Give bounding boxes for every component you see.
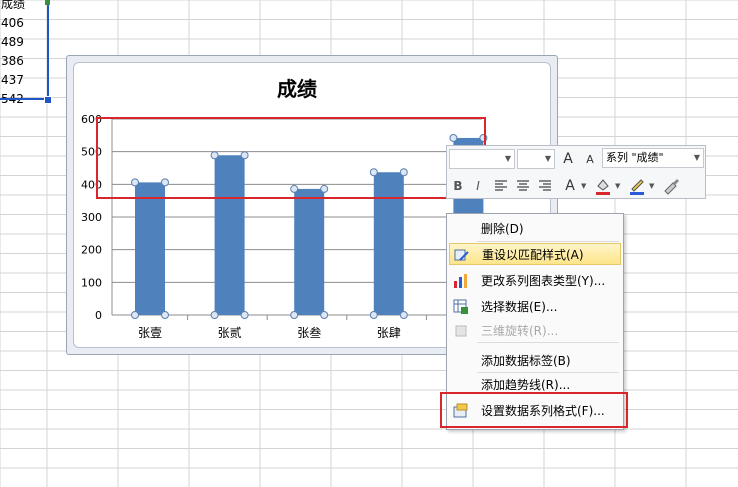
fill-color-icon[interactable] <box>593 176 613 196</box>
selection-handle[interactable] <box>161 311 169 319</box>
format-painter-icon[interactable] <box>661 176 681 196</box>
menu-item: 三维旋转(R)... <box>449 320 621 342</box>
x-tick-label: 张贰 <box>218 325 242 340</box>
selection-handle[interactable] <box>131 311 139 319</box>
chevron-down-icon[interactable]: ▼ <box>615 182 620 190</box>
bar[interactable] <box>294 188 325 315</box>
shrink-font-icon[interactable]: A <box>581 151 599 169</box>
menu-item-label: 选择数据(E)... <box>481 300 558 314</box>
font-name-dropdown[interactable]: ▼ <box>449 149 515 169</box>
menu-item-label: 重设以匹配样式(A) <box>482 248 584 262</box>
y-tick-label: 0 <box>95 309 102 322</box>
chart-element-value: 系列 "成绩" <box>606 151 664 164</box>
chevron-down-icon: ▼ <box>693 153 700 162</box>
chart-type-icon <box>454 274 467 288</box>
menu-item-label: 更改系列图表类型(Y)... <box>481 274 606 288</box>
align-left-icon[interactable] <box>493 178 509 194</box>
menu-item[interactable]: 更改系列图表类型(Y)... <box>449 270 621 292</box>
y-tick-label: 100 <box>81 276 102 289</box>
mini-toolbar: ▼ ▼ A A 系列 "成绩" ▼ B I A ▼ ▼ ▼ <box>446 145 706 199</box>
x-tick-label: 张叁 <box>297 325 321 340</box>
selection-handle[interactable] <box>210 311 219 319</box>
italic-button[interactable]: I <box>469 177 487 195</box>
menu-separator <box>477 372 619 373</box>
x-tick-label: 张壹 <box>138 326 162 340</box>
selection-handle[interactable] <box>240 311 249 319</box>
chart-element-selector[interactable]: 系列 "成绩" ▼ <box>602 148 704 168</box>
menu-item[interactable]: 选择数据(E)... <box>449 296 621 318</box>
selection-handle[interactable] <box>399 311 408 319</box>
menu-item-label: 三维旋转(R)... <box>481 324 559 338</box>
selection-handle[interactable] <box>369 311 378 319</box>
selection-handle[interactable] <box>320 311 329 319</box>
reset-style-icon <box>454 249 469 261</box>
menu-separator <box>477 241 619 242</box>
menu-item-label: 添加数据标签(B) <box>481 354 571 368</box>
chevron-down-icon[interactable]: ▼ <box>649 182 654 190</box>
select-data-icon <box>453 299 468 314</box>
menu-item[interactable]: 重设以匹配样式(A) <box>449 243 621 265</box>
menu-item[interactable]: 删除(D) <box>449 218 621 240</box>
bold-button[interactable]: B <box>449 177 467 195</box>
chart-title[interactable]: 成绩 <box>277 77 317 101</box>
font-color-icon[interactable]: A <box>561 177 579 195</box>
chevron-down-icon: ▼ <box>504 154 511 163</box>
y-tick-label: 200 <box>81 244 102 257</box>
align-center-icon[interactable] <box>515 178 531 194</box>
menu-item[interactable]: 添加数据标签(B) <box>449 350 621 372</box>
menu-item-label: 删除(D) <box>481 222 524 236</box>
y-tick-label: 300 <box>81 211 102 224</box>
x-tick-label: 张肆 <box>377 326 401 340</box>
align-right-icon[interactable] <box>537 178 553 194</box>
bar[interactable] <box>135 182 165 315</box>
rotate-3d-icon <box>455 325 467 337</box>
highlight-box-chart <box>96 117 486 199</box>
highlight-box-menu-item <box>440 392 628 428</box>
menu-separator <box>477 342 619 343</box>
outline-color-icon[interactable] <box>627 176 647 196</box>
chevron-down-icon: ▼ <box>544 154 551 163</box>
selection-handle[interactable] <box>290 311 299 319</box>
font-size-dropdown[interactable]: ▼ <box>517 149 555 169</box>
grow-font-icon[interactable]: A <box>559 150 577 168</box>
menu-item-label: 添加趋势线(R)... <box>481 378 571 392</box>
chevron-down-icon[interactable]: ▼ <box>581 182 586 190</box>
